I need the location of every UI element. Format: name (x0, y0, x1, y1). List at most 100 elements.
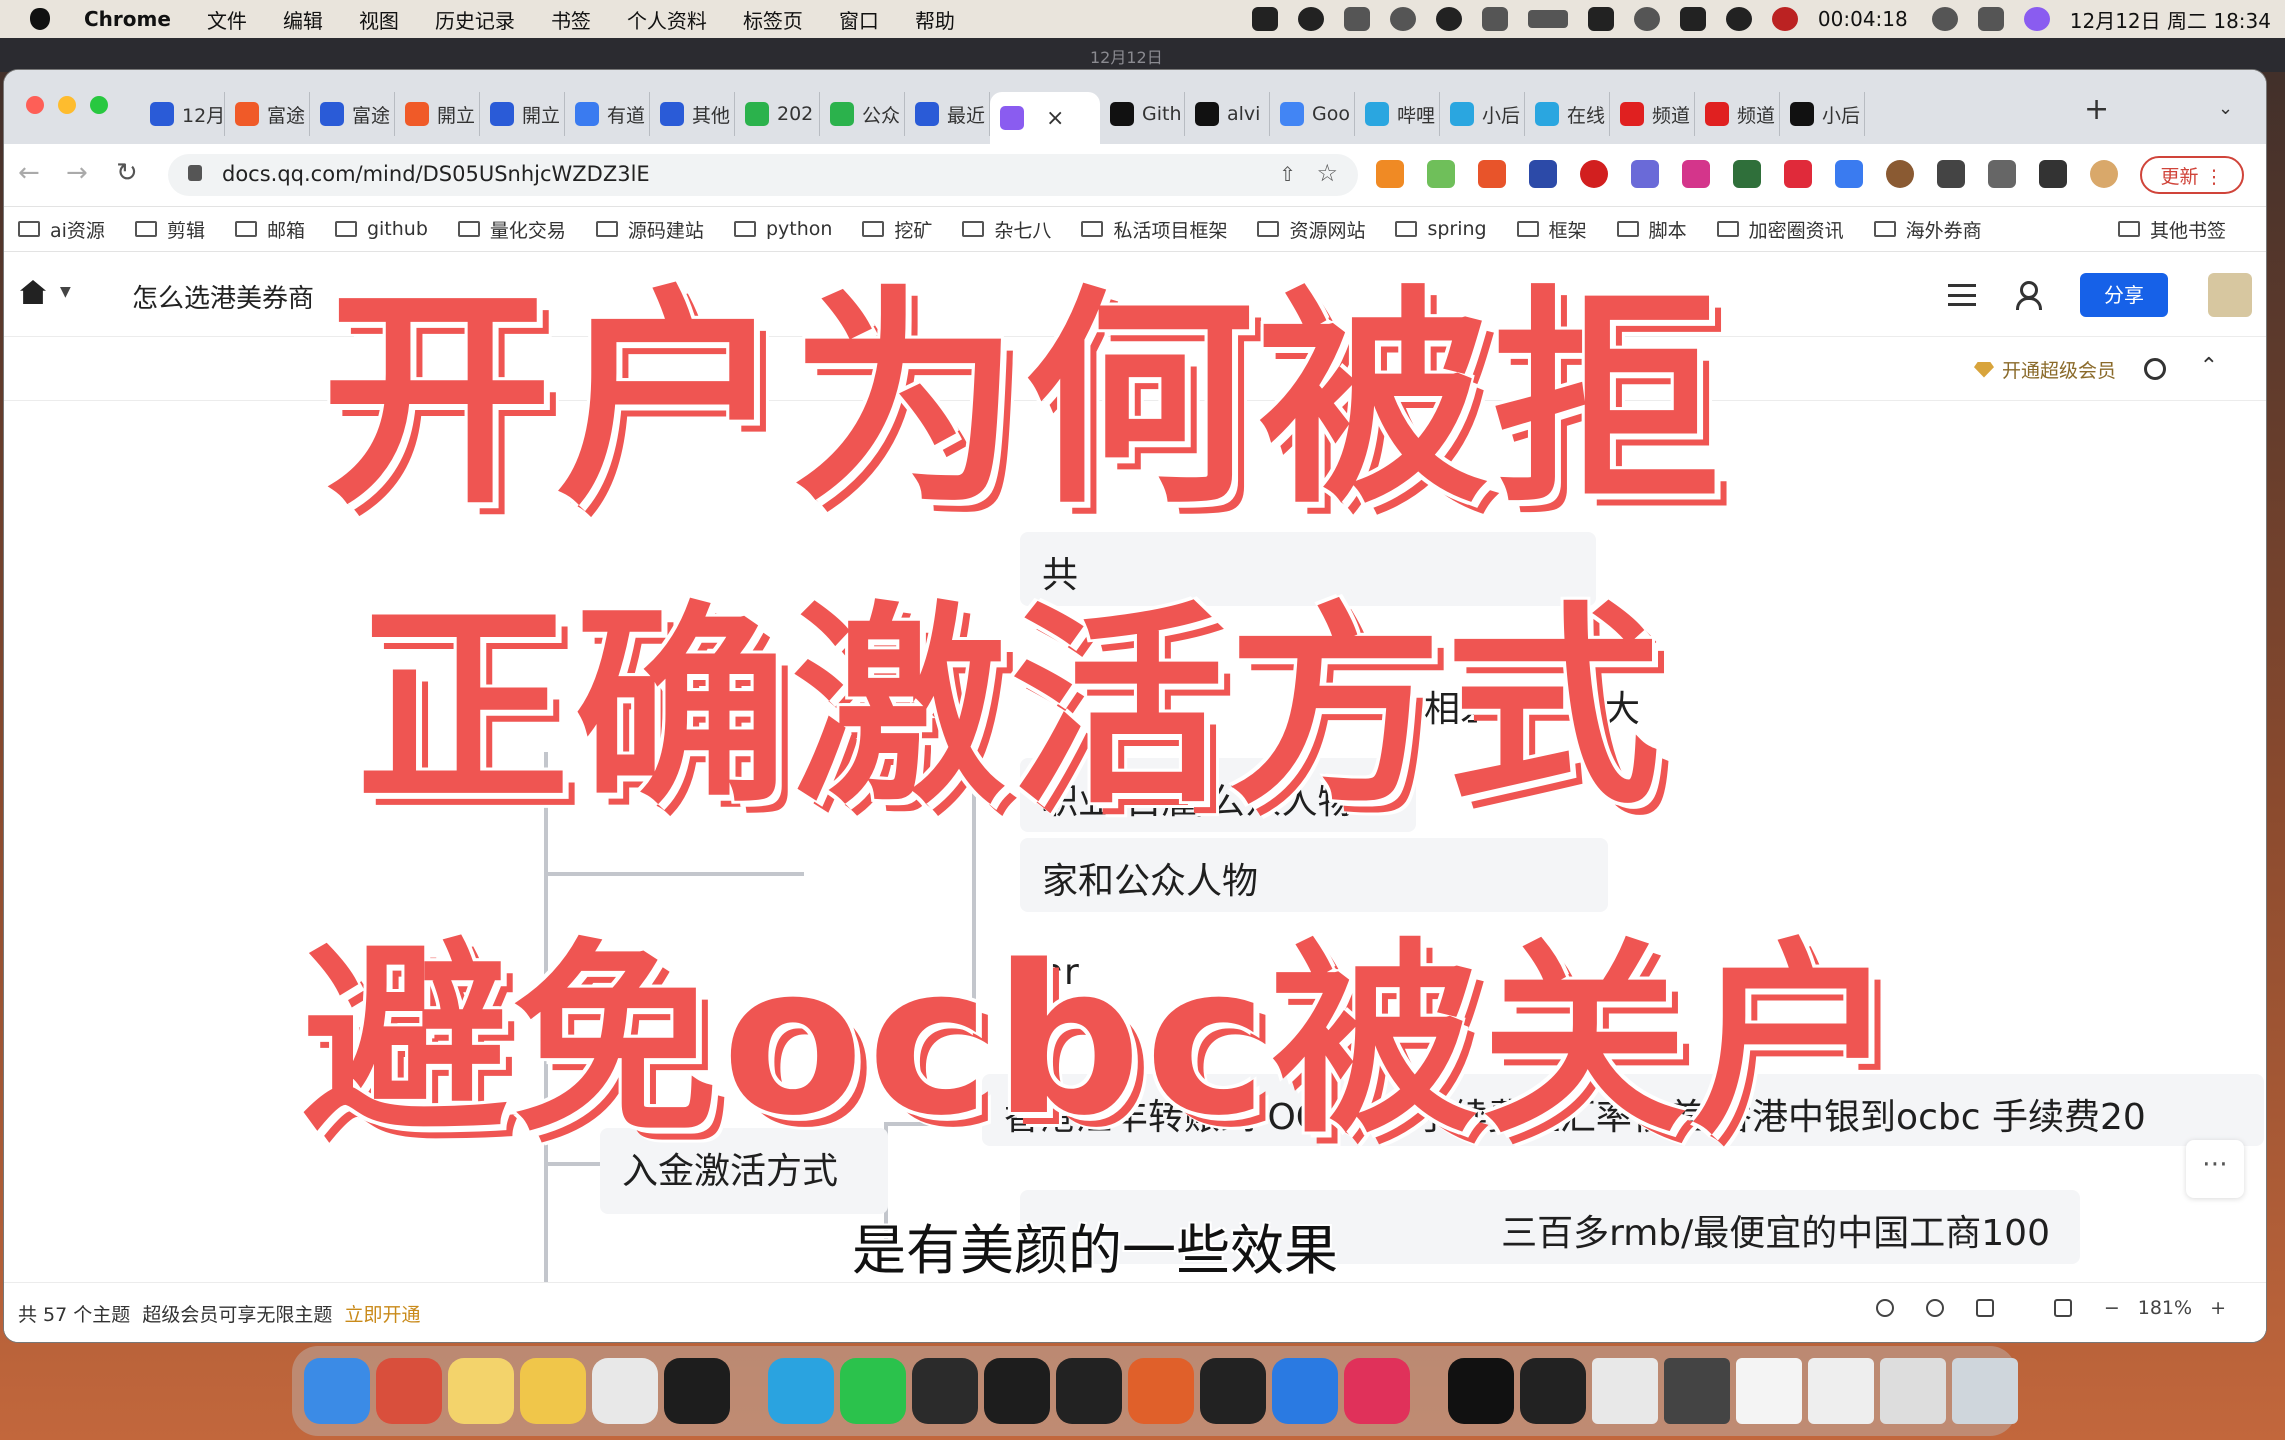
menu-view[interactable]: 视图 (359, 5, 399, 34)
fullscreen-icon[interactable] (2053, 1299, 2072, 1317)
browser-tab[interactable]: alvi (1185, 92, 1270, 136)
mindmap-node[interactable]: 三百多rmb/最便宜的中国工商100 (1020, 1190, 2080, 1264)
mindmap-node[interactable]: ar (1020, 938, 1340, 1012)
battery-icon[interactable] (1527, 10, 1568, 28)
bookmark-folder[interactable]: 挖矿 (862, 216, 932, 243)
extension-icon[interactable] (1682, 160, 1710, 188)
other-bookmarks-folder[interactable]: 其他书签 (2117, 216, 2226, 243)
launchpad-icon[interactable] (376, 1358, 442, 1424)
browser-tab[interactable]: 最近 (905, 92, 990, 136)
memory-status-icon[interactable] (1481, 7, 1508, 31)
capcut-icon[interactable] (1448, 1358, 1514, 1424)
intellij-icon[interactable] (984, 1358, 1050, 1424)
mindmap-node[interactable]: 入金激活方式 (600, 1128, 888, 1214)
media-controls-icon[interactable] (1988, 160, 2016, 188)
wechat-icon[interactable] (840, 1358, 906, 1424)
shield-icon[interactable] (1587, 7, 1614, 31)
cookie-extension-icon[interactable] (1886, 160, 1914, 188)
update-button[interactable]: 更新 ⋮ (2140, 156, 2244, 194)
spotlight-search-icon[interactable] (1931, 7, 1958, 31)
vip-upgrade-link[interactable]: 开通超级会员 (1973, 356, 2116, 383)
close-window-button[interactable] (26, 96, 44, 114)
browser-tab[interactable]: 12月 (140, 92, 225, 136)
browser-tab[interactable]: 有道 (565, 92, 650, 136)
bookmark-folder[interactable]: 邮箱 (234, 216, 305, 243)
bookmark-folder[interactable]: python (733, 218, 832, 240)
metamask-extension-icon[interactable] (1376, 160, 1404, 188)
recent-window-thumbnail[interactable] (1592, 1358, 1658, 1424)
menu-tab[interactable]: 标签页 (743, 5, 803, 34)
bookmark-folder[interactable]: 剪辑 (134, 216, 205, 243)
back-arrow-icon[interactable]: ← (18, 158, 40, 188)
outline-icon[interactable] (1975, 1299, 1994, 1317)
zoom-in-button[interactable]: + (2210, 1297, 2226, 1319)
reload-icon[interactable]: ↻ (116, 158, 138, 188)
browser-tab[interactable]: × (990, 92, 1100, 144)
bookmark-folder[interactable]: github (334, 218, 428, 240)
target-icon[interactable] (1925, 1299, 1944, 1317)
bookmark-folder[interactable]: 量化交易 (457, 216, 566, 243)
mindmap-node[interactable]: 共 (1020, 532, 1596, 606)
zoom-window-button[interactable] (90, 96, 108, 114)
record-stop-icon[interactable] (1771, 7, 1798, 31)
wifi-icon[interactable] (1633, 7, 1660, 31)
add-collaborator-icon[interactable] (2016, 281, 2046, 310)
browser-tab[interactable]: Goo (1270, 92, 1355, 136)
bookmark-folder[interactable]: 框架 (1516, 216, 1587, 243)
mindmap-node[interactable]: 家和公众人物 (1020, 838, 1608, 912)
navigation-status-icon[interactable] (1297, 7, 1324, 31)
browser-tab[interactable]: 哔哩 (1355, 92, 1440, 136)
close-tab-icon[interactable]: × (1046, 106, 1064, 131)
extension-icon[interactable] (1631, 160, 1659, 188)
pause-icon[interactable] (1725, 7, 1752, 31)
neat-icon[interactable] (520, 1358, 586, 1424)
mindmap-canvas[interactable]: 共 相差 大 职业 自雇/公众人物 家和公众人物 ar 香港汇丰转账到 OCBC… (4, 402, 2266, 1282)
extension-icon[interactable] (1733, 160, 1761, 188)
menu-window[interactable]: 窗口 (839, 5, 879, 34)
avatar[interactable] (2208, 273, 2252, 317)
pdf-icon[interactable] (1344, 1358, 1410, 1424)
bookmark-folder[interactable]: 资源网站 (1257, 216, 1365, 243)
bookmark-star-icon[interactable]: ☆ (1316, 159, 1338, 187)
recent-window-thumbnail[interactable] (1664, 1358, 1730, 1424)
side-panel-icon[interactable] (2039, 160, 2067, 188)
bookmark-folder[interactable]: 脚本 (1616, 216, 1687, 243)
browser-tab[interactable]: 小后 (1780, 92, 1865, 136)
siri-icon[interactable] (2023, 7, 2050, 31)
share-page-icon[interactable]: ⇧ (1279, 162, 1296, 186)
document-title[interactable]: 怎么选港美券商 (132, 278, 314, 315)
play-status-icon[interactable] (1389, 7, 1416, 31)
menu-icon[interactable] (1948, 284, 1976, 306)
tab-search-chevron-icon[interactable]: ⌄ (2218, 98, 2233, 119)
bookmark-folder[interactable]: 加密圈资讯 (1716, 216, 1844, 243)
menu-history[interactable]: 历史记录 (435, 5, 515, 34)
menu-file[interactable]: 文件 (207, 5, 247, 34)
zoom-level[interactable]: 181% (2138, 1297, 2192, 1319)
chevron-down-icon[interactable]: ▼ (60, 284, 71, 300)
profile-avatar-icon[interactable] (2090, 160, 2118, 188)
browser-tab[interactable]: 小后 (1440, 92, 1525, 136)
extension-icon[interactable] (1478, 160, 1506, 188)
bookmark-folder[interactable]: ai资源 (18, 216, 105, 243)
apple-icon[interactable] (30, 8, 50, 30)
search-icon[interactable] (2144, 358, 2166, 380)
share-button[interactable]: 分享 (2080, 273, 2168, 317)
terminal-icon[interactable] (1056, 1358, 1122, 1424)
notes-icon[interactable] (448, 1358, 514, 1424)
keynote-icon[interactable] (1272, 1358, 1338, 1424)
bookmark-folder[interactable]: 杂七八 (962, 216, 1051, 243)
menubar-app-name[interactable]: Chrome (84, 7, 171, 31)
browser-tab[interactable]: 频道 (1695, 92, 1780, 136)
recent-window-thumbnail[interactable] (1880, 1358, 1946, 1424)
pycharm-icon[interactable] (912, 1358, 978, 1424)
menu-bookmarks[interactable]: 书签 (551, 5, 591, 34)
browser-tab[interactable]: 公众 (820, 92, 905, 136)
telegram-icon[interactable] (768, 1358, 834, 1424)
recent-window-thumbnail[interactable] (1952, 1358, 2018, 1424)
bookmark-folder[interactable]: 海外券商 (1873, 216, 1982, 243)
address-bar[interactable]: docs.qq.com/mind/DS05USnhjcWZDZ3lE ⇧ ☆ (168, 154, 1358, 196)
recent-window-thumbnail[interactable] (1808, 1358, 1874, 1424)
browser-tab[interactable]: 其他 (650, 92, 735, 136)
browser-tab[interactable]: 富途 (225, 92, 310, 136)
lock-icon[interactable] (188, 165, 202, 181)
